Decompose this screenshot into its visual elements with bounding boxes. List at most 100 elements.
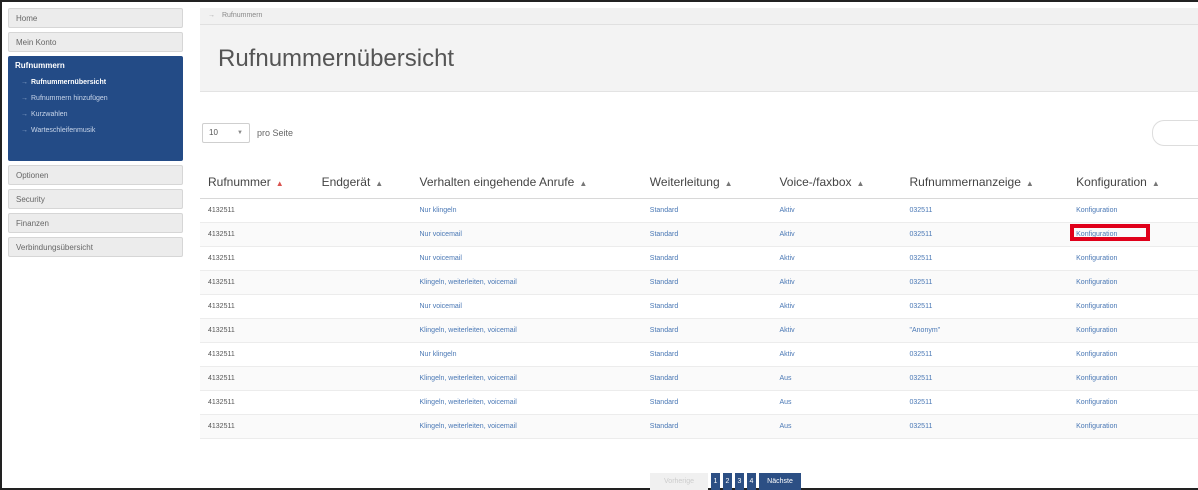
- cell-forwarding[interactable]: Standard: [641, 246, 772, 271]
- cell-display[interactable]: 032511: [901, 414, 1069, 439]
- nav-account[interactable]: Mein Konto: [8, 32, 183, 52]
- cell-voicebox[interactable]: Aktiv: [771, 318, 902, 343]
- arrow-right-icon: →: [21, 111, 28, 118]
- column-header[interactable]: Rufnummer ▲: [200, 166, 314, 199]
- per-page-select[interactable]: 10 ▼: [202, 123, 250, 143]
- cell-behavior[interactable]: Klingeln, weiterleiten, voicemail: [411, 390, 642, 415]
- table-controls: 10 ▼ pro Seite: [200, 92, 1198, 146]
- cell-display[interactable]: 032511: [901, 390, 1069, 415]
- cell-forwarding[interactable]: Standard: [641, 318, 772, 343]
- cell-behavior[interactable]: Nur voicemail: [411, 294, 642, 319]
- nav-item[interactable]: Finanzen: [8, 213, 183, 233]
- cell-behavior[interactable]: Klingeln, weiterleiten, voicemail: [411, 414, 642, 439]
- column-header[interactable]: Verhalten eingehende Anrufe ▲: [411, 166, 642, 199]
- pager-next-button[interactable]: Nächste: [759, 473, 801, 490]
- sort-icon: ▲: [275, 179, 284, 188]
- cell-voicebox[interactable]: Aktiv: [771, 270, 902, 295]
- cell-forwarding[interactable]: Standard: [641, 222, 772, 247]
- cell-display[interactable]: 032511: [901, 366, 1069, 391]
- table-row: 4132511 Nur voicemail Standard Aktiv 032511 K…: [200, 246, 1198, 271]
- cell-voicebox[interactable]: Aus: [771, 366, 902, 391]
- cell-voicebox[interactable]: Aktiv: [771, 294, 902, 319]
- cell-forwarding[interactable]: Standard: [641, 414, 772, 439]
- arrow-right-icon: →: [21, 79, 28, 86]
- table-row: 4132511 Klingeln, weiterleiten, voicemail…: [200, 414, 1198, 439]
- cell-behavior[interactable]: Nur voicemail: [411, 222, 642, 247]
- pager-prev-button[interactable]: Vorherige: [650, 473, 708, 490]
- cell-voicebox[interactable]: Aus: [771, 390, 902, 415]
- cell-voicebox[interactable]: Aktiv: [771, 342, 902, 367]
- table-row: 4132511 Klingeln, weiterleiten, voicemail…: [200, 390, 1198, 415]
- nav-item[interactable]: Optionen: [8, 165, 183, 185]
- cell-behavior[interactable]: Klingeln, weiterleiten, voicemail: [411, 366, 642, 391]
- numbers-table: Rufnummer ▲ Endgerät ▲ Verhalten eingehende …: [200, 166, 1198, 439]
- cell-forwarding[interactable]: Standard: [641, 390, 772, 415]
- cell-voicebox[interactable]: Aktiv: [771, 246, 902, 271]
- cell-config[interactable]: Konfiguration: [1068, 390, 1198, 415]
- column-header[interactable]: Weiterleitung ▲: [641, 166, 772, 199]
- cell-config[interactable]: Konfiguration: [1068, 342, 1198, 367]
- pager-page-button[interactable]: 2: [723, 473, 732, 490]
- cell-forwarding[interactable]: Standard: [641, 366, 772, 391]
- cell-config[interactable]: Konfiguration: [1068, 318, 1198, 343]
- nav-item[interactable]: Security: [8, 189, 183, 209]
- cell-config[interactable]: Konfiguration: [1068, 366, 1198, 391]
- pager-page-button[interactable]: 3: [735, 473, 744, 490]
- cell-voicebox[interactable]: Aktiv: [771, 198, 902, 223]
- cell-number: 4132511: [200, 294, 314, 319]
- nav-sub-item[interactable]: → Kurzwahlen: [15, 107, 176, 123]
- nav-group-numbers: Rufnummern → Rufnummernübersicht → Rufnumme…: [8, 56, 183, 161]
- cell-behavior[interactable]: Nur voicemail: [411, 246, 642, 271]
- nav-sub-item[interactable]: → Rufnummern hinzufügen: [15, 91, 176, 107]
- nav-home[interactable]: Home: [8, 8, 183, 28]
- nav-sub-label: Rufnummernübersicht: [31, 79, 107, 86]
- cell-forwarding[interactable]: Standard: [641, 270, 772, 295]
- pager-page-button[interactable]: 1: [711, 473, 720, 490]
- cell-behavior[interactable]: Klingeln, weiterleiten, voicemail: [411, 270, 642, 295]
- nav-sub-label: Warteschleifenmusik: [31, 127, 96, 134]
- column-header-label: Endgerät: [321, 175, 371, 189]
- cell-voicebox[interactable]: Aktiv: [771, 222, 902, 247]
- cell-display[interactable]: 032511: [901, 198, 1069, 223]
- pager-page-button[interactable]: 4: [747, 473, 756, 490]
- cell-number: 4132511: [200, 318, 314, 343]
- column-header-label: Voice-/faxbox: [779, 175, 852, 189]
- cell-voicebox[interactable]: Aus: [771, 414, 902, 439]
- cell-behavior[interactable]: Klingeln, weiterleiten, voicemail: [411, 318, 642, 343]
- nav-group-title[interactable]: Rufnummern: [15, 61, 176, 70]
- nav-item[interactable]: Verbindungsübersicht: [8, 237, 183, 257]
- chevron-right-icon: →: [208, 12, 215, 19]
- cell-behavior[interactable]: Nur klingeln: [411, 342, 642, 367]
- column-header[interactable]: Voice-/faxbox ▲: [771, 166, 902, 199]
- cell-config[interactable]: Konfiguration: [1068, 246, 1198, 271]
- search-input[interactable]: [1152, 120, 1198, 146]
- arrow-right-icon: →: [21, 127, 28, 134]
- cell-display[interactable]: 032511: [901, 222, 1069, 247]
- cell-behavior[interactable]: Nur klingeln: [411, 198, 642, 223]
- cell-forwarding[interactable]: Standard: [641, 342, 772, 367]
- cell-device: [313, 294, 412, 319]
- column-header[interactable]: Konfiguration ▲: [1068, 166, 1198, 199]
- main-content: → Rufnummern Rufnummernübersicht 10 ▼ pr…: [200, 8, 1198, 439]
- nav-sub-item[interactable]: → Warteschleifenmusik: [15, 123, 176, 139]
- cell-config[interactable]: Konfiguration: [1068, 414, 1198, 439]
- nav-sub-item[interactable]: → Rufnummernübersicht: [15, 75, 176, 91]
- cell-config[interactable]: Konfiguration: [1068, 294, 1198, 319]
- cell-forwarding[interactable]: Standard: [641, 198, 772, 223]
- cell-display[interactable]: 032511: [901, 294, 1069, 319]
- cell-config[interactable]: Konfiguration: [1068, 198, 1198, 223]
- breadcrumb-item[interactable]: Rufnummern: [222, 12, 262, 19]
- cell-display[interactable]: "Anonym": [901, 318, 1069, 343]
- cell-number: 4132511: [200, 198, 314, 223]
- config-link-highlighted[interactable]: Konfiguration: [1070, 224, 1151, 241]
- cell-forwarding[interactable]: Standard: [641, 294, 772, 319]
- cell-display[interactable]: 032511: [901, 270, 1069, 295]
- cell-device: [313, 222, 412, 247]
- sort-icon: ▲: [1025, 179, 1034, 188]
- cell-config[interactable]: Konfiguration: [1068, 270, 1198, 295]
- cell-config[interactable]: Konfiguration: [1068, 222, 1198, 247]
- column-header[interactable]: Rufnummernanzeige ▲: [901, 166, 1069, 199]
- cell-display[interactable]: 032511: [901, 246, 1069, 271]
- cell-display[interactable]: 032511: [901, 342, 1069, 367]
- column-header[interactable]: Endgerät ▲: [313, 166, 412, 199]
